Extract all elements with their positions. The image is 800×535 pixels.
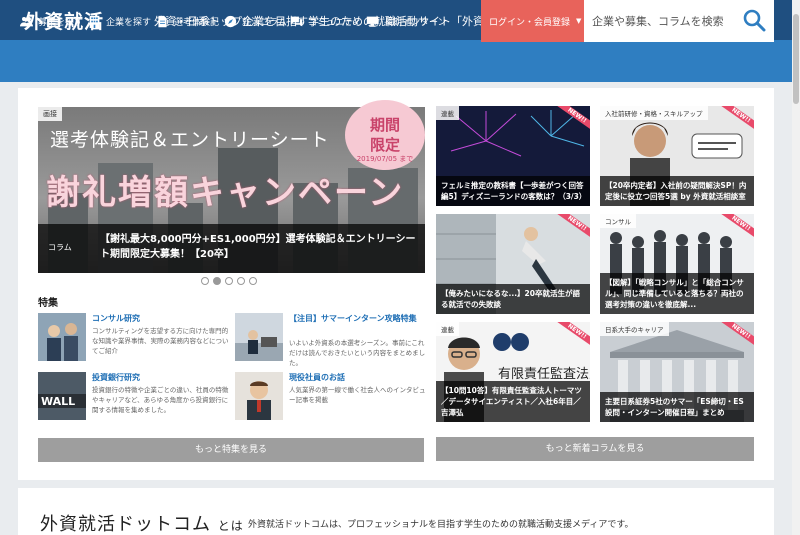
svg-text:WALL: WALL [41, 395, 75, 408]
hero-caption-label: コラム [48, 243, 72, 252]
feature-item[interactable]: WALL 投資銀行研究 投資銀行の特徴や企業ごとの違い、社員の特徴やキャリアなど… [38, 372, 228, 422]
compass-icon [224, 15, 237, 27]
nav-item-community[interactable]: コミュニティ [290, 13, 361, 29]
search-input[interactable] [592, 11, 732, 31]
card-tag: 入社前研修・資格・スキルアップ [600, 106, 708, 120]
document-icon [158, 15, 167, 27]
limited-time-badge: 期間 限定 2019/07/05 まで [345, 100, 425, 170]
card-tag: 連載 [436, 322, 459, 336]
card-tag: コンサル [600, 214, 636, 228]
column-card[interactable]: 連載 NEW!! フェルミ推定の教科書【一歩差がつく回答編5】ディズニーランドの… [436, 106, 590, 206]
column-card[interactable]: コンサル NEW!! 【図解】「戦略コンサル」と「総合コンサル」、同じ準備してい… [600, 214, 754, 314]
hero-tag: 画接 [38, 107, 62, 121]
badge-line2: 限定 [369, 136, 400, 154]
nav-item-label: 募集を探す [38, 17, 84, 28]
card-title: 主要日系証券5社のサマー「ES締切・ES設問・インターン開催日程」まとめ [600, 392, 754, 422]
carousel-dots [201, 277, 261, 285]
investment-bank-thumbnail: WALL [38, 372, 86, 420]
features-heading: 特集 [38, 298, 58, 309]
nav-item-companies[interactable]: 企業を探す [88, 13, 151, 29]
login-label: ログイン・会員登録 [489, 17, 571, 28]
feature-item[interactable]: 【注目】サマーインターン攻略特集 いよいよ外資系の本選考シーズン。事前にこれだけ… [235, 313, 425, 367]
badge-line1: 期間 [369, 116, 400, 134]
nav-item-reports[interactable]: 選考体験記 [156, 13, 219, 29]
feature-item[interactable]: 現役社員のお話 人気業界の第一線で働く社会人へのインタビュー記事を掲載 [235, 372, 426, 422]
main-nav [0, 40, 792, 82]
feature-desc: 人気業界の第一線で働く社会人へのインタビュー記事を掲載 [289, 386, 426, 404]
card-title: 【20卒内定者】入社前の疑問解決SP！内定後に役立つ回答5選 by 外資就活相談… [600, 176, 754, 206]
feature-desc: コンサルティングを志望する方に向けた専門的な知識や業界事情、実際の業務内容などに… [92, 327, 229, 355]
carousel-dot-active[interactable] [213, 277, 221, 285]
people-icon [20, 16, 33, 26]
feature-item[interactable]: コンサル研究 コンサルティングを志望する方に向けた専門的な知識や業界事情、実際の… [38, 313, 229, 363]
card-title: 【10問10答】有限責任監査法人トーマツ／データサイエンティスト／入社6年目／吉… [436, 381, 590, 422]
hero-title-line1: 選考体験記＆エントリーシート [50, 129, 330, 151]
svg-text:有限責任監査法人: 有限責任監査法人 [498, 366, 590, 382]
nav-item-columns[interactable]: 就活コラム [224, 13, 287, 29]
search-icon[interactable] [742, 8, 766, 32]
about-title: 外資就活ドットコム とは [40, 510, 244, 535]
nav-item-label: 選考体験記 [174, 17, 220, 28]
carousel-dot[interactable] [201, 277, 209, 285]
nav-item-internship[interactable]: 長期インターン [366, 13, 447, 29]
nav-item-label: 就活コラム [242, 17, 287, 28]
feature-title: 現役社員のお話 [289, 373, 345, 382]
card-title: フェルミ推定の教科書【一歩差がつく回答編5】ディズニーランドの客数は？（3/3） [436, 176, 590, 206]
consulting-thumbnail [38, 313, 86, 361]
card-tag: 連載 [436, 106, 459, 120]
card-title: 【図解】「戦略コンサル」と「総合コンサル」、同じ準備していると落ちる？両社の選考… [600, 273, 754, 314]
chat-icon [290, 16, 303, 26]
nav-item-label: 企業を探す [106, 17, 152, 28]
carousel-dot[interactable] [237, 277, 245, 285]
monitor-icon [366, 16, 379, 27]
carousel-dot[interactable] [249, 277, 257, 285]
column-card[interactable]: 入社前研修・資格・スキルアップ NEW!! 【20卒内定者】入社前の疑問解決SP… [600, 106, 754, 206]
about-text: 外資就活ドットコムは、プロフェッショナルを目指す学生のための就職活動支援メディア… [248, 520, 634, 530]
caret-down-icon: ▼ [576, 17, 582, 25]
hero-caption-text: 【謝礼最大8,000円分+ES1,000円分】選考体験記＆エントリーシート期間限… [100, 234, 416, 260]
nav-item-label: 長期インターン [384, 17, 447, 28]
about-title-main: 外資就活ドットコム [40, 514, 211, 535]
about-title-suffix: とは [217, 519, 244, 533]
summer-intern-thumbnail [235, 313, 283, 361]
column-card[interactable]: 有限責任監査法人 連載 NEW!! 【10問10答】有限責任監査法人トーマツ／デ… [436, 322, 590, 422]
badge-date: 2019/07/05 まで [356, 155, 414, 163]
feature-desc: 投資銀行の特徴や企業ごとの違い、社員の特徴やキャリアなど、あらゆる角度から投資銀… [92, 386, 229, 414]
column-card[interactable]: NEW!! 【俺みたいになるな...】20卒就活生が語る就活での失敗談 [436, 214, 590, 314]
building-icon [89, 15, 100, 28]
more-columns-button[interactable]: もっと新着コラムを見る [436, 437, 754, 461]
hero-caption[interactable]: コラム 【謝礼最大8,000円分+ES1,000円分】選考体験記＆エントリーシー… [38, 224, 425, 273]
feature-title: 投資銀行研究 [92, 373, 140, 382]
more-features-button[interactable]: もっと特集を見る [38, 438, 424, 462]
card-tag: 日系大手のキャリア [600, 322, 669, 336]
hero-title-line2: 謝礼増額キャンペーン [46, 173, 405, 213]
scrollbar-thumb[interactable] [793, 14, 799, 104]
feature-title: コンサル研究 [92, 314, 140, 323]
feature-desc: いよいよ外資系の本選考シーズン。事前にこれだけは読んでおきたいという内容をまとめ… [289, 339, 426, 367]
card-title: 【俺みたいになるな...】20卒就活生が語る就活での失敗談 [436, 284, 590, 314]
search-box [584, 0, 774, 42]
nav-item-label: コミュニティ [308, 17, 362, 28]
login-button[interactable]: ログイン・会員登録 ▼ [481, 0, 584, 42]
column-card[interactable]: 日系大手のキャリア NEW!! 主要日系証券5社のサマー「ES締切・ES設問・イ… [600, 322, 754, 422]
feature-title: 【注目】サマーインターン攻略特集 [289, 314, 417, 323]
employee-talk-thumbnail [235, 372, 283, 420]
nav-item-recruit[interactable]: 募集を探す [20, 13, 83, 29]
carousel-dot[interactable] [225, 277, 233, 285]
